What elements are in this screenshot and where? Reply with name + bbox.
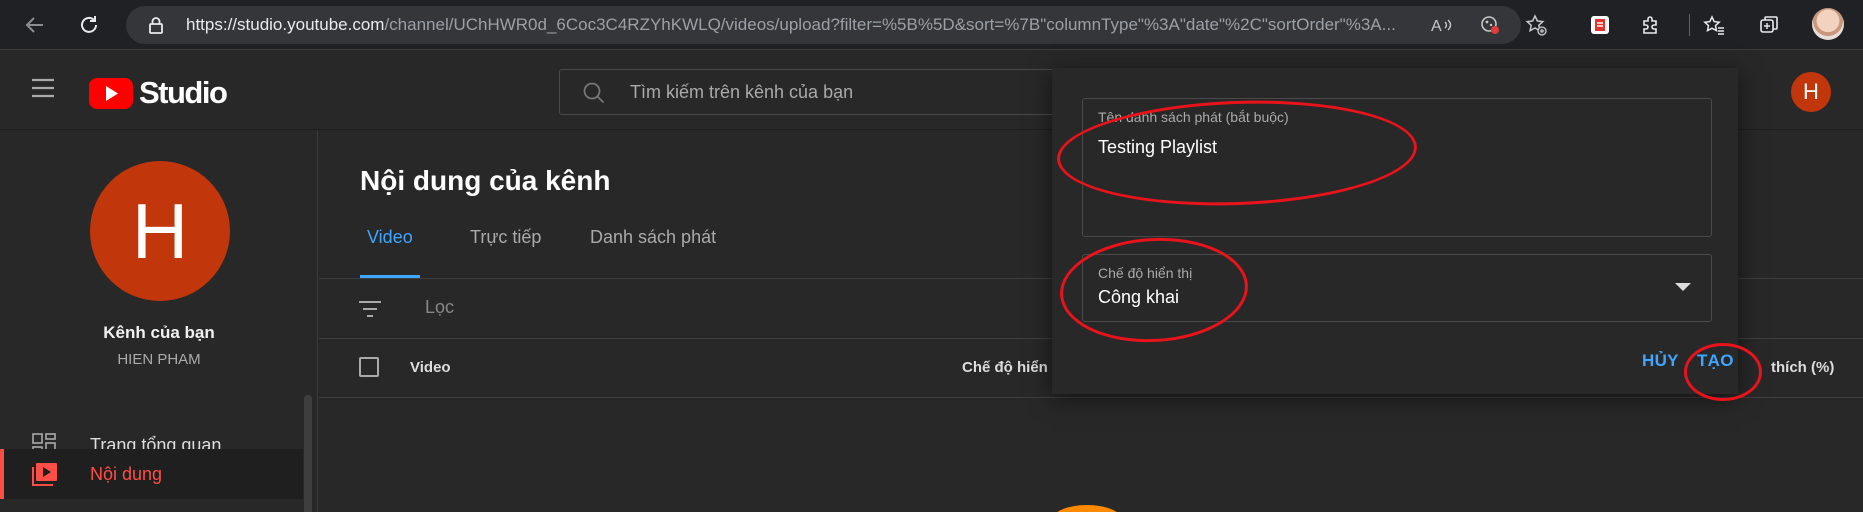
visibility-select[interactable]: Chế độ hiển thị Công khai <box>1082 254 1712 322</box>
add-favorite-icon[interactable] <box>1522 12 1550 38</box>
channel-title: Kênh của bạn <box>103 323 215 342</box>
chevron-down-icon[interactable] <box>1675 283 1691 291</box>
tab-live[interactable]: Trực tiếp <box>470 227 541 269</box>
extension-icon[interactable] <box>1583 8 1617 42</box>
browser-toolbar: https://studio.youtube.com/channel/UChHW… <box>0 0 1863 50</box>
svg-text:A: A <box>1431 18 1442 34</box>
create-playlist-dialog: Tên danh sách phát (bắt buộc) Testing Pl… <box>1052 68 1738 394</box>
channel-avatar[interactable]: H <box>90 161 230 301</box>
url-text[interactable]: https://studio.youtube.com/channel/UChHW… <box>186 6 1416 44</box>
address-bar[interactable]: https://studio.youtube.com/channel/UChHW… <box>126 6 1547 44</box>
playlist-name-input[interactable]: Testing Playlist <box>1098 137 1217 158</box>
puzzle-icon[interactable] <box>1634 8 1668 42</box>
favorites-icon[interactable] <box>1697 8 1731 42</box>
tab-video[interactable]: Video <box>367 227 413 269</box>
account-avatar[interactable]: H <box>1791 72 1831 112</box>
column-header-visibility[interactable]: Chế độ hiển t <box>962 359 1057 376</box>
read-aloud-icon[interactable]: A <box>1428 12 1456 38</box>
channel-name: HIEN PHAM <box>117 351 201 368</box>
illustration-icon <box>1052 505 1122 512</box>
sidebar: H Kênh của bạn HIEN PHAM Trang tổng quan… <box>0 131 318 512</box>
sidebar-item-label: Nội dung <box>90 464 163 484</box>
sidebar-item-content[interactable]: Nội dung <box>0 449 303 499</box>
tab-playlists[interactable]: Danh sách phát <box>590 227 716 269</box>
visibility-label: Chế độ hiển thị <box>1098 265 1193 281</box>
tracking-prevention-icon[interactable] <box>1476 12 1504 38</box>
content-icon <box>32 462 58 486</box>
playlist-name-field[interactable]: Tên danh sách phát (bắt buộc) Testing Pl… <box>1082 98 1712 237</box>
collections-icon[interactable] <box>1752 8 1786 42</box>
create-button[interactable]: TẠO <box>1697 351 1734 371</box>
filter-icon[interactable] <box>357 298 383 320</box>
cancel-button[interactable]: HỦY <box>1642 351 1679 371</box>
sidebar-scrollbar[interactable] <box>304 395 312 512</box>
playlist-name-label: Tên danh sách phát (bắt buộc) <box>1098 109 1289 125</box>
reload-icon[interactable] <box>72 8 106 42</box>
profile-icon[interactable] <box>1812 8 1844 40</box>
page-title: Nội dung của kênh <box>360 165 611 196</box>
column-header-likes[interactable]: thích (%) <box>1771 359 1834 376</box>
select-all-checkbox[interactable] <box>359 357 379 377</box>
divider <box>319 397 1863 398</box>
lock-icon[interactable] <box>148 16 164 34</box>
column-header-video[interactable]: Video <box>410 359 451 376</box>
logo-text: Studio <box>139 75 228 110</box>
youtube-play-icon <box>89 77 133 109</box>
visibility-value: Công khai <box>1098 287 1180 307</box>
menu-icon[interactable] <box>30 77 60 105</box>
search-input[interactable]: Tìm kiếm trên kênh của bạn <box>630 70 853 114</box>
search-icon[interactable] <box>582 81 606 105</box>
filter-input[interactable]: Lọc <box>425 297 454 318</box>
back-icon[interactable] <box>18 8 52 42</box>
toolbar-divider <box>1689 14 1690 36</box>
studio-logo[interactable]: Studio <box>89 75 228 111</box>
